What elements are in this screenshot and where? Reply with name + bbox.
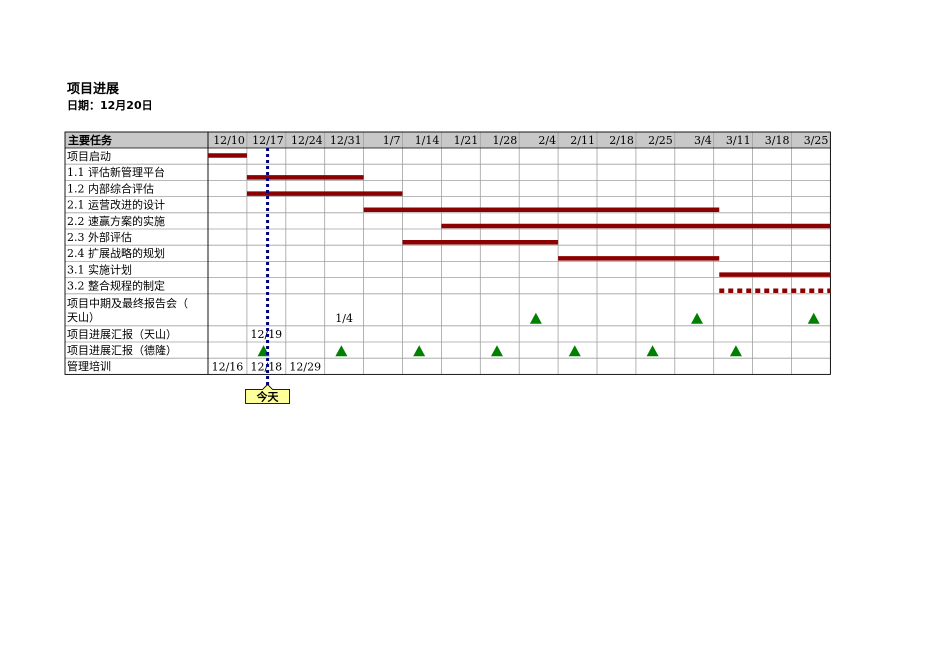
week-label: 3/25 — [804, 134, 829, 147]
week-label: 12/17 — [252, 134, 284, 147]
milestone-triangle — [729, 345, 742, 357]
today-label: 今天 — [256, 389, 280, 403]
table-frame — [64, 131, 831, 375]
milestone-triangle — [335, 345, 348, 357]
milestone-triangle — [490, 345, 503, 357]
week-label: 1/7 — [383, 134, 401, 147]
week-label: 2/25 — [648, 134, 673, 147]
week-label: 3/4 — [694, 134, 712, 147]
milestone-triangle — [807, 312, 820, 324]
milestone-triangle — [529, 312, 542, 324]
milestone-triangle — [413, 345, 426, 357]
task-label: 天山） — [67, 311, 100, 324]
task-label: 1.1 评估新管理平台 — [67, 165, 165, 179]
week-label: 2/11 — [570, 134, 595, 147]
milestone-triangle — [568, 345, 581, 357]
task-label: 2.4 扩展战略的规划 — [67, 246, 165, 260]
week-label: 1/28 — [492, 134, 517, 147]
milestone-triangle — [646, 345, 659, 357]
date-label: 12/29 — [289, 360, 321, 373]
task-label: 1.2 内部综合评估 — [67, 181, 154, 195]
task-label: 2.3 外部评估 — [67, 230, 132, 244]
week-label: 1/21 — [454, 134, 479, 147]
date-label: 12/16 — [212, 360, 244, 373]
task-label: 2.2 速赢方案的实施 — [67, 214, 165, 228]
header-row — [65, 132, 831, 148]
week-label: 12/10 — [213, 134, 245, 147]
task-label: 3.2 整合规程的制定 — [67, 279, 165, 293]
week-label: 2/18 — [609, 134, 634, 147]
milestone-triangle — [691, 312, 704, 324]
column-header: 主要任务 — [68, 133, 113, 147]
week-label: 3/18 — [765, 134, 790, 147]
task-label: 项目进展汇报（天山） — [67, 327, 177, 341]
task-label: 2.1 运营改进的设计 — [67, 198, 165, 212]
week-label: 12/24 — [291, 134, 323, 147]
task-label: 项目中期及最终报告会（ — [67, 296, 188, 310]
week-label: 2/4 — [538, 134, 556, 147]
task-label: 3.1 实施计划 — [67, 262, 132, 276]
gantt-chart: 主要任务 12/10 12/17 12/24 12/31 1/7 1/14 1/21 1/28 2… — [64, 131, 831, 404]
date-label: 1/4 — [335, 312, 353, 325]
week-label: 1/14 — [415, 134, 440, 147]
task-label: 管理培训 — [67, 359, 111, 373]
task-label: 项目进展汇报（德隆） — [67, 343, 177, 357]
task-label: 项目启动 — [67, 150, 111, 163]
week-label: 3/11 — [726, 134, 751, 147]
week-label: 12/31 — [330, 134, 362, 147]
